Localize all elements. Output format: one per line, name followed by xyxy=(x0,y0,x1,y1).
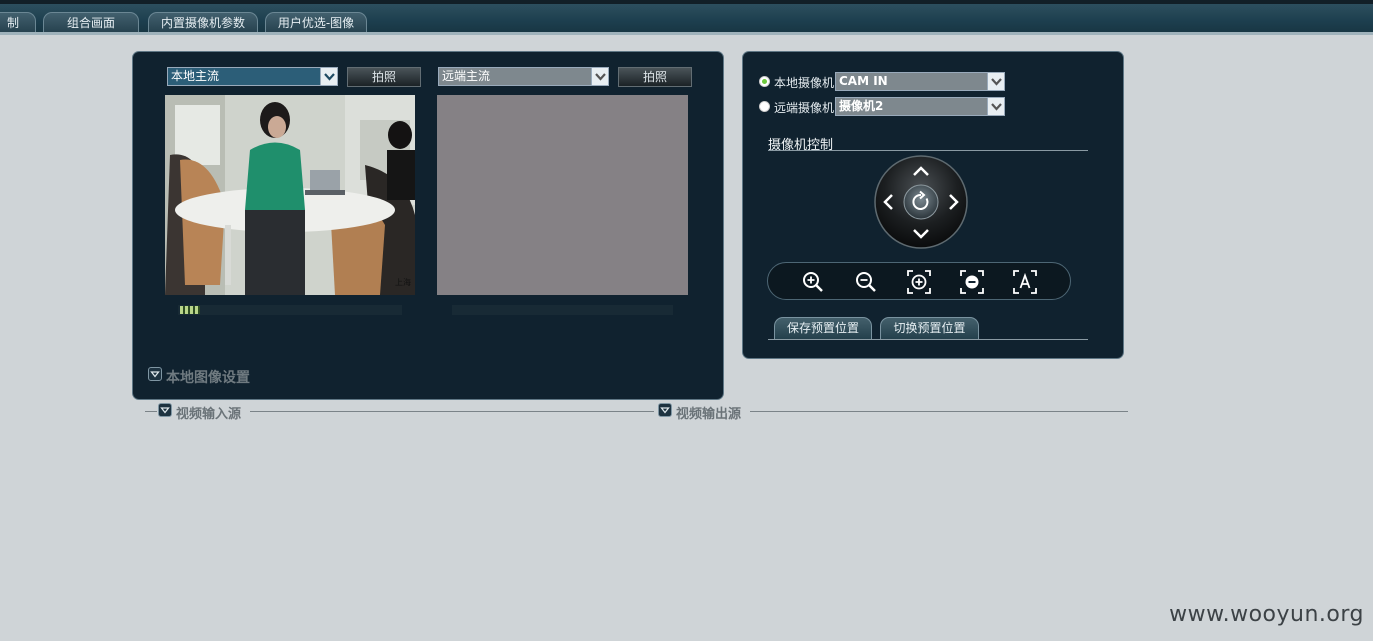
camera-control-divider xyxy=(768,150,1088,151)
chevron-down-icon[interactable] xyxy=(591,68,608,85)
local-camera-label: 本地摄像机 xyxy=(774,76,835,90)
local-camera-select[interactable]: CAM IN xyxy=(835,72,1005,91)
remote-audio-meter xyxy=(452,305,673,315)
local-video-preview[interactable]: 上海 xyxy=(165,95,415,295)
arrow-right-icon[interactable] xyxy=(947,192,961,212)
top-nav-bar: 制 组合画面 内置摄像机参数 用户优选-图像 xyxy=(0,0,1373,34)
remote-camera-radio[interactable] xyxy=(759,101,770,112)
local-audio-level xyxy=(180,306,200,314)
chevron-down-icon[interactable] xyxy=(987,73,1004,90)
reset-icon[interactable] xyxy=(909,190,933,214)
expand-toggle-icon[interactable] xyxy=(658,403,672,417)
remote-video-preview[interactable] xyxy=(437,95,688,295)
tab-user-prefs-image[interactable]: 用户优选-图像 xyxy=(265,12,367,34)
remote-stream-select[interactable]: 远端主流 xyxy=(438,67,609,86)
camera-panel: 本地摄像机 CAM IN 远端摄像机 摄像机2 摄像机控制 保存预置位置 切换预… xyxy=(742,51,1124,359)
video-input-line-right xyxy=(250,411,654,412)
arrow-up-icon[interactable] xyxy=(911,164,931,178)
expand-toggle-icon[interactable] xyxy=(158,403,172,417)
tab-layout[interactable]: 组合画面 xyxy=(43,12,139,34)
video-overlay-text: 上海 xyxy=(395,277,411,287)
tab-camera-params[interactable]: 内置摄像机参数 xyxy=(148,12,258,34)
local-image-settings-title[interactable]: 本地图像设置 xyxy=(166,367,250,387)
tab-control[interactable]: 制 xyxy=(0,12,36,34)
zoom-in-icon[interactable] xyxy=(800,269,826,295)
video-output-line-right xyxy=(750,411,1128,412)
video-input-section-title[interactable]: 视频输入源 xyxy=(176,403,241,422)
remote-stream-value: 远端主流 xyxy=(442,69,491,83)
remote-camera-select[interactable]: 摄像机2 xyxy=(835,97,1005,116)
ptz-pad xyxy=(873,154,969,250)
chevron-down-icon[interactable] xyxy=(987,98,1004,115)
switch-preset-button[interactable]: 切换预置位置 xyxy=(880,317,979,339)
remote-camera-value: 摄像机2 xyxy=(839,99,884,113)
chevron-down-icon[interactable] xyxy=(320,68,337,85)
remote-camera-label: 远端摄像机 xyxy=(774,101,835,115)
arrow-down-icon[interactable] xyxy=(911,227,931,241)
watermark: www.wooyun.org xyxy=(1169,602,1364,627)
local-audio-meter xyxy=(178,305,402,315)
local-snapshot-button[interactable]: 拍照 xyxy=(347,67,421,87)
local-stream-value: 本地主流 xyxy=(171,69,220,83)
remote-snapshot-button[interactable]: 拍照 xyxy=(618,67,692,87)
local-camera-radio[interactable] xyxy=(759,76,770,87)
focus-out-icon[interactable] xyxy=(959,269,985,295)
video-output-section-title[interactable]: 视频输出源 xyxy=(676,403,741,422)
auto-focus-icon[interactable] xyxy=(1012,269,1038,295)
focus-in-icon[interactable] xyxy=(906,269,932,295)
zoom-focus-bar xyxy=(767,262,1071,300)
local-camera-value: CAM IN xyxy=(839,74,888,88)
video-panel: 本地主流 拍照 远端主流 拍照 上海 本地图像设置 xyxy=(132,51,724,400)
video-input-line-left xyxy=(145,411,157,412)
save-preset-button[interactable]: 保存预置位置 xyxy=(774,317,872,339)
meeting-room-image: 上海 xyxy=(165,95,415,295)
arrow-left-icon[interactable] xyxy=(881,192,895,212)
zoom-out-icon[interactable] xyxy=(853,269,879,295)
local-stream-select[interactable]: 本地主流 xyxy=(167,67,338,86)
topbar-divider xyxy=(0,32,1373,35)
preset-divider xyxy=(768,339,1088,340)
expand-toggle-icon[interactable] xyxy=(148,367,162,381)
